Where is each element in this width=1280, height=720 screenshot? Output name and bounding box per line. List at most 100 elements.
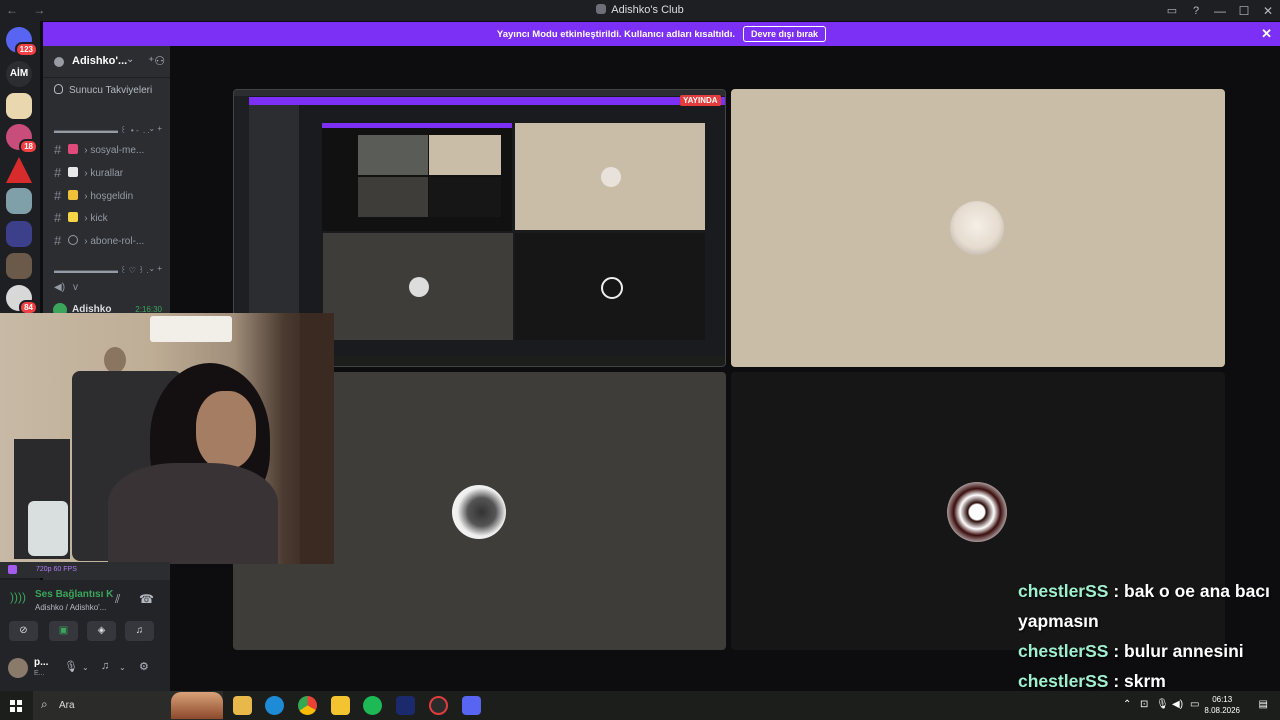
server-icon-white[interactable]: 84 [6,285,38,315]
tray-mic-icon[interactable]: 🎙 [1156,699,1169,710]
stream-icon [8,565,17,574]
server-boosts-label: Sunucu Takviyeleri [69,85,153,96]
taskbar-search[interactable]: ⌕ Ara [33,691,223,720]
banner-text: Yayıncı Modu etkinleştirildi. Kullanıcı … [496,28,736,40]
window-title-text: Adishko's Club [611,4,684,16]
add-channel-icon[interactable]: ⌄ + [148,124,162,133]
channel-label: › sosyal-me... [84,145,145,156]
chat-separator: : [1108,671,1125,691]
chat-message: chestlerSS : bulur annesini [1018,636,1280,666]
hash-icon: # [54,210,62,225]
file-explorer-icon[interactable] [233,696,252,715]
screen-share-icon[interactable]: ▣ [49,621,78,641]
tray-network-icon[interactable]: ▭ [1190,699,1199,710]
window-titlebar: ← → Adishko's Club ▭ ? — ☐ ✕ [0,0,1280,21]
maximize-button[interactable]: ☐ [1232,4,1256,18]
participant-tile-cat[interactable] [731,89,1225,367]
server-icon-teal[interactable] [6,188,32,214]
server-icon-pink[interactable]: 18 [6,124,38,154]
chat-message: chestlerSS : bak o oe ana bacı yapmasın [1018,576,1280,636]
settings-gear-icon[interactable]: ⚙ [139,660,149,673]
dm-home-icon[interactable]: 123 [6,27,38,57]
category-header-2[interactable]: ▬▬▬▬▬▬▬▬ ⁠꒰⁠ ⁠♡ ⁠꒱ ⁠. ⌄ + [54,264,166,275]
app-q-icon[interactable] [396,696,415,715]
add-channel-icon[interactable]: ⌄ + [148,264,162,273]
chevron-down-icon: ⌄ [126,54,135,65]
channel-kick[interactable]: # › kick [54,210,166,225]
noise-suppression-icon[interactable]: ⫽ [115,592,120,607]
server-icon-brown[interactable] [6,253,32,279]
server-header[interactable]: Adishko'... ⌄ ⁺⚇ [43,46,170,78]
channel-label: › kick [84,213,108,224]
signal-icon: )))) [10,590,26,604]
banner-close-icon[interactable]: ✕ [1261,26,1272,42]
chat-username: chestlerSS [1018,581,1109,601]
close-window-button[interactable]: ✕ [1256,4,1280,18]
server-icon-anime[interactable] [6,93,32,119]
nested-tile-face [323,233,513,340]
stream-quality: 720p 60 FPS [36,566,77,573]
user-avatar[interactable] [8,658,28,678]
chat-separator: : [1108,581,1125,601]
tray-volume-icon[interactable]: ◀) [1172,699,1183,710]
tray-device-icon[interactable]: ⊡ [1140,699,1148,710]
user-name: p... [34,657,49,668]
obs-icon[interactable] [429,696,448,715]
hash-icon: # [54,165,62,180]
user-panel: p... E... 🎙 ⌄ ♫ ⌄ ⚙ [0,648,170,691]
clock-date: 8.08.2026 [1204,706,1240,715]
invite-user-icon[interactable]: ⁺⚇ [148,54,165,68]
nested-tile-cat [515,123,705,230]
server-settings-icon [54,57,64,67]
category-2-label: ▬▬▬▬▬▬▬▬ ⁠꒰⁠ ⁠♡ ⁠꒱ ⁠. [54,266,149,275]
taskbar-clock[interactable]: 06:13 8.08.2026 [1204,694,1240,716]
disable-streamer-mode-button[interactable]: Devre dışı bırak [743,26,827,42]
category-header-1[interactable]: ▬▬▬▬▬▬▬▬ ⁠꒰ ⁠⁠ ⁠• ⁠- ⁠ ⁠. ⁠. ⌄ + [54,124,166,135]
server-aim[interactable]: AİM [6,61,32,87]
channel-hosgeldin[interactable]: # › hoşgeldin [54,188,166,203]
notification-icon[interactable]: ▤ [1259,699,1268,710]
edge-icon[interactable] [265,696,284,715]
camera-toggle-icon[interactable]: ⊘ [9,621,38,641]
speaker-icon: ◀) [54,282,66,293]
voice-channel-v[interactable]: ◀) v [54,282,78,293]
bow-emoji-icon [68,144,79,154]
discord-icon[interactable] [462,696,481,715]
server-boosts-item[interactable]: Sunucu Takviyeleri [54,84,152,96]
notes-icon[interactable] [331,696,350,715]
shelf-figure [104,347,126,373]
voice-status[interactable]: Ses Bağlantısı K [35,589,113,600]
window-title: Adishko's Club [0,4,1280,16]
minimize-button[interactable]: — [1208,4,1232,18]
channel-label: › kurallar [84,168,124,179]
inbox-icon[interactable]: ▭ [1160,4,1184,17]
activities-icon[interactable]: ◈ [87,621,116,641]
server-badge-18: 18 [19,139,38,154]
channel-abone-rol[interactable]: # › abone-rol-... [54,233,166,248]
disconnect-icon[interactable]: ☎ [139,592,154,606]
person-face [196,391,256,469]
search-label: Ara [59,700,75,711]
windows-start-icon[interactable] [10,700,22,712]
headphones-icon[interactable]: ♫ [101,660,109,672]
server-icon [596,4,607,14]
soundboard-icon[interactable]: ♫ [125,621,154,641]
channel-sosyal-medya[interactable]: # › sosyal-me... [54,142,166,157]
channel-kurallar[interactable]: # › kurallar [54,165,166,180]
server-icon-blue[interactable] [6,221,32,247]
streamer-mode-banner: Yayıncı Modu etkinleştirildi. Kullanıcı … [43,22,1280,46]
help-icon[interactable]: ? [1184,5,1208,17]
server-icon-red[interactable] [6,157,32,183]
tray-chevron-icon[interactable]: ⌃ [1123,699,1131,710]
mic-chevron-icon[interactable]: ⌄ [82,663,89,672]
windows-taskbar: ⌕ Ara ⌃ ⊡ 🎙 ◀) ▭ 06:13 8.08.2026 ▤ [0,691,1280,720]
microphone-icon[interactable]: 🎙 [64,660,78,673]
headphones-chevron-icon[interactable]: ⌄ [119,663,126,672]
chrome-icon[interactable] [298,696,317,715]
spotify-icon[interactable] [363,696,382,715]
channel-label: › abone-rol-... [84,236,145,247]
hash-icon: # [54,188,62,203]
voice-connection-panel: )))) Ses Bağlantısı K Adishko / Adishko'… [0,580,170,618]
chat-text: skrm [1124,671,1166,691]
chat-text: bulur annesini [1124,641,1244,661]
